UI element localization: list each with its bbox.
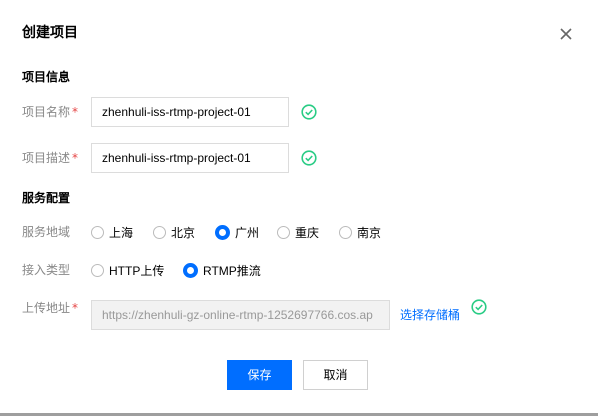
region-radio-nanjing[interactable]: 南京 bbox=[339, 224, 381, 240]
cancel-button[interactable]: 取消 bbox=[303, 360, 368, 390]
radio-circle bbox=[91, 263, 104, 277]
project-desc-input[interactable]: zhenhuli-iss-rtmp-project-01 bbox=[91, 143, 289, 173]
check-circle-icon bbox=[471, 299, 487, 315]
radio-circle bbox=[91, 225, 104, 239]
access-type-label: 接入类型 bbox=[22, 263, 71, 277]
required-mark: * bbox=[72, 151, 79, 165]
required-mark: * bbox=[72, 105, 79, 119]
upload-address-label: 上传地址 * bbox=[22, 300, 78, 316]
project-info-section-title: 项目信息 bbox=[22, 70, 71, 84]
save-button[interactable]: 保存 bbox=[227, 360, 292, 390]
project-desc-label: 项目描述 * bbox=[22, 150, 78, 166]
check-circle-icon bbox=[301, 104, 317, 120]
region-label-text: 上海 bbox=[109, 225, 134, 240]
check-circle-icon bbox=[301, 150, 317, 166]
project-desc-label-text: 项目描述 bbox=[22, 151, 71, 165]
region-radio-chongqing[interactable]: 重庆 bbox=[277, 224, 319, 240]
close-icon[interactable] bbox=[558, 26, 574, 42]
region-label: 服务地域 bbox=[22, 225, 71, 239]
radio-circle bbox=[153, 225, 166, 239]
region-radio-shanghai[interactable]: 上海 bbox=[91, 224, 133, 240]
service-config-section-title: 服务配置 bbox=[22, 191, 71, 205]
region-label-text: 北京 bbox=[171, 225, 196, 240]
upload-address-input: https://zhenhuli-gz-online-rtmp-12526977… bbox=[91, 300, 390, 330]
region-label-text: 南京 bbox=[357, 225, 382, 240]
access-radio-http-upload[interactable]: HTTP上传 bbox=[91, 262, 164, 278]
radio-circle-selected bbox=[215, 224, 230, 240]
region-radio-beijing[interactable]: 北京 bbox=[153, 224, 195, 240]
access-label-text: RTMP推流 bbox=[203, 263, 261, 278]
access-radio-rtmp-push[interactable]: RTMP推流 bbox=[183, 262, 261, 278]
radio-circle-selected bbox=[183, 262, 198, 278]
access-label-text: HTTP上传 bbox=[109, 263, 165, 278]
radio-circle bbox=[339, 225, 352, 239]
create-project-dialog: 创建项目 项目信息 项目名称 * zhenhuli-iss-rtmp-projec… bbox=[0, 0, 598, 416]
project-name-input[interactable]: zhenhuli-iss-rtmp-project-01 bbox=[91, 97, 289, 127]
dialog-title: 创建项目 bbox=[22, 25, 78, 41]
project-name-label-text: 项目名称 bbox=[22, 105, 71, 119]
region-label-text: 广州 bbox=[235, 225, 260, 240]
region-radio-guangzhou[interactable]: 广州 bbox=[215, 224, 259, 240]
project-name-label: 项目名称 * bbox=[22, 104, 78, 120]
region-label-text: 重庆 bbox=[295, 225, 320, 240]
radio-circle bbox=[277, 225, 290, 239]
upload-address-label-text: 上传地址 bbox=[22, 301, 71, 315]
required-mark: * bbox=[72, 301, 79, 315]
select-bucket-link[interactable]: 选择存储桶 bbox=[400, 307, 460, 323]
